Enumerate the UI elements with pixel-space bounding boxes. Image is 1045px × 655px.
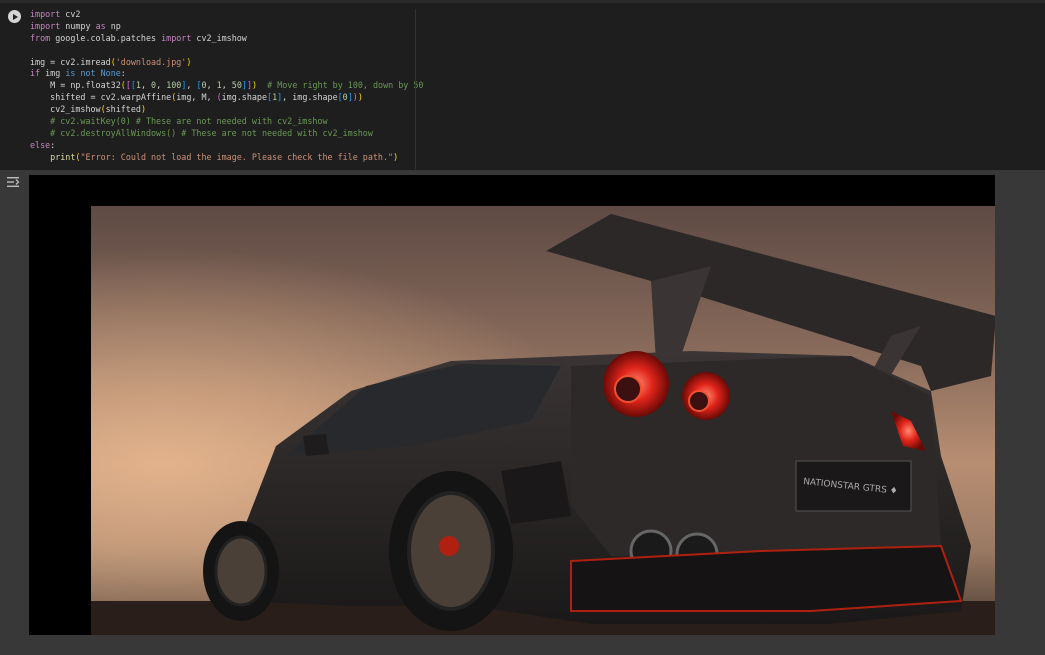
code-token: np <box>105 20 121 31</box>
code-token: img = cv2.imread <box>30 56 111 67</box>
code-line[interactable]: from google.colab.patches import cv2_ims… <box>30 33 415 45</box>
code-token: if <box>30 68 41 79</box>
code-cell[interactable]: import cv2 import numpy as np from google.… <box>0 3 1045 170</box>
code-token: img <box>40 68 66 79</box>
code-line[interactable]: M = np.float32([[1, 0, 100], [0, 1, 50]]… <box>30 80 423 92</box>
code-token: "Error: Could not load the image. Please… <box>80 151 394 162</box>
code-token: img.shape <box>221 92 268 103</box>
code-token: import <box>30 20 61 31</box>
code-token: ) <box>140 104 146 115</box>
code-token: as <box>95 20 106 31</box>
play-icon <box>13 13 18 20</box>
output-toggle-icon[interactable] <box>6 176 20 188</box>
code-token: None <box>100 68 121 79</box>
code-token: cv2 <box>60 9 81 19</box>
code-token: numpy <box>60 20 96 31</box>
code-token: else <box>30 139 51 150</box>
code-line[interactable] <box>30 45 415 57</box>
code-line[interactable]: else: <box>30 140 415 152</box>
code-editor[interactable]: import cv2 import numpy as np from google.… <box>30 9 423 167</box>
code-token: 'download.jpg' <box>115 56 187 67</box>
code-token: import <box>30 9 61 19</box>
code-line[interactable]: print("Error: Could not load the image. … <box>30 152 415 164</box>
code-token: , <box>206 80 217 91</box>
code-token: 100 <box>166 80 182 91</box>
code-line[interactable]: shifted = cv2.warpAffine(img, M, (img.sh… <box>30 92 415 104</box>
code-token: , <box>140 80 152 91</box>
code-token: , <box>186 80 197 91</box>
code-token: cv2_imshow <box>191 32 247 43</box>
code-token: : <box>50 139 56 150</box>
code-token: shifted <box>105 104 141 115</box>
code-token: from <box>30 32 51 43</box>
code-line[interactable]: import cv2 <box>30 9 415 21</box>
code-token: , <box>156 80 167 91</box>
code-line[interactable]: if img is not None: <box>30 68 415 80</box>
code-token: img, M, <box>176 92 217 103</box>
run-cell-button[interactable] <box>8 10 21 23</box>
code-token: cv2_imshow <box>30 104 101 115</box>
code-line[interactable]: # cv2.waitKey(0) # These are not needed … <box>30 116 415 128</box>
code-token: 50 <box>231 80 242 91</box>
code-token: google.colab.patches <box>50 32 162 43</box>
car-photo: NATIONSTAR GTRS ♦ <box>91 206 995 635</box>
code-token: M = np.float32 <box>30 80 121 91</box>
code-token: # cv2.destroyAllWindows() # These are no… <box>30 127 373 138</box>
cell-output: NATIONSTAR GTRS ♦ <box>0 170 1045 655</box>
code-token: , <box>221 80 232 91</box>
code-token: , img.shape <box>282 92 338 103</box>
code-token: import <box>161 32 192 43</box>
code-token: : <box>120 68 126 79</box>
code-line[interactable]: cv2_imshow(shifted) <box>30 104 415 116</box>
code-token: # Move right by 100, down by 50 <box>267 80 424 91</box>
code-line[interactable]: img = cv2.imread('download.jpg') <box>30 57 415 69</box>
code-token: ) <box>393 151 399 162</box>
code-token: print <box>50 151 76 162</box>
code-token: ) <box>186 56 192 67</box>
code-token: shifted = cv2.warpAffine <box>30 92 172 103</box>
output-image: NATIONSTAR GTRS ♦ <box>29 175 995 635</box>
code-line[interactable]: # cv2.destroyAllWindows() # These are no… <box>30 128 415 140</box>
editor-divider <box>415 9 416 169</box>
code-line[interactable]: import numpy as np <box>30 21 415 33</box>
code-token: is not <box>65 68 96 79</box>
code-token: ) <box>357 92 363 103</box>
code-token: # cv2.waitKey(0) # These are not needed … <box>30 116 328 127</box>
